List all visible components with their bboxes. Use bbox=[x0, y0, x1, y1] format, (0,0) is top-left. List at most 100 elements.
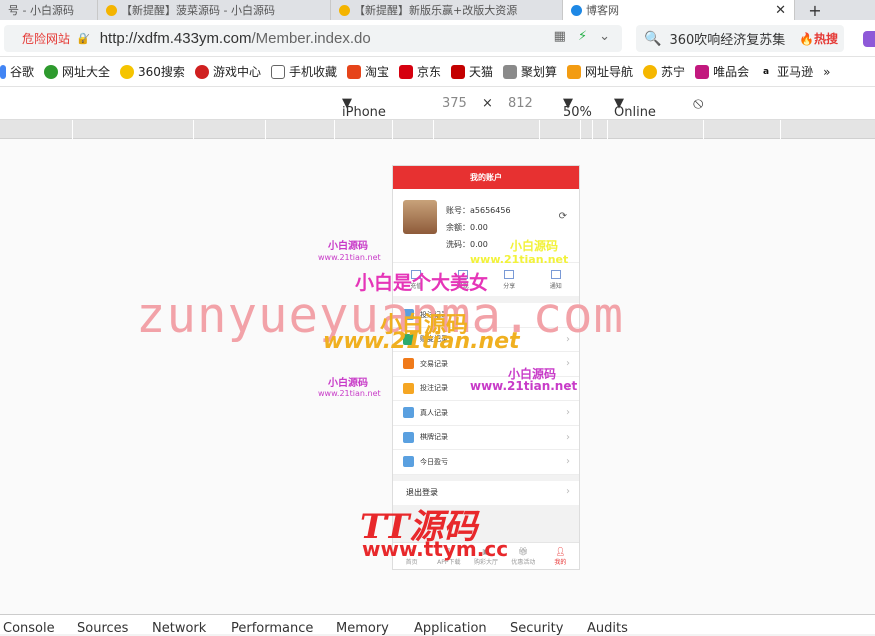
chevron-down-icon[interactable]: ⌄ bbox=[599, 29, 610, 44]
quick-notice[interactable]: 通知 bbox=[533, 263, 580, 296]
menu-item[interactable]: 今日盈亏 › bbox=[393, 450, 579, 475]
browser-tab-bar: 号 - 小白源码 【新提醒】菠菜源码 - 小白源码 【新提醒】新版乐赢+改版大资… bbox=[0, 0, 875, 20]
grid-icon[interactable]: ▦ bbox=[554, 29, 566, 44]
menu-item[interactable]: 账变记录 › bbox=[393, 328, 579, 352]
tab-1[interactable]: 号 - 小白源码 bbox=[0, 0, 98, 20]
record-icon bbox=[403, 309, 414, 321]
bookmark-label: 游戏中心 bbox=[212, 65, 261, 79]
account-label: 账号：a5656456 bbox=[446, 206, 511, 215]
hot-search-label[interactable]: 🔥热搜 bbox=[799, 30, 838, 47]
bookmark-item[interactable]: 淘宝 bbox=[346, 63, 389, 80]
new-tab-icon[interactable]: + bbox=[795, 0, 835, 20]
bookmark-label: 苏宁 bbox=[661, 65, 686, 79]
chart-icon bbox=[403, 456, 414, 468]
bolt-icon[interactable]: ⚡ bbox=[578, 29, 587, 44]
vip-icon bbox=[695, 64, 710, 79]
device-width-input[interactable]: 375 bbox=[442, 96, 467, 111]
device-height-input[interactable]: 812 bbox=[508, 96, 533, 111]
bookmark-label: 淘宝 bbox=[364, 65, 389, 79]
quick-withdraw[interactable]: 提现 bbox=[440, 263, 487, 296]
watermark-xb-small-url: www.21tian.net bbox=[318, 253, 381, 262]
nav-home[interactable]: ⌂ 首页 bbox=[393, 543, 430, 569]
bookmark-item[interactable]: 360搜索 bbox=[120, 63, 185, 80]
bookmark-label: 网址大全 bbox=[62, 65, 111, 79]
url-host: http://xdfm.433ym.com bbox=[99, 30, 252, 47]
extension-icon[interactable] bbox=[863, 31, 875, 47]
balance-label: 余额：0.00 bbox=[446, 223, 488, 232]
devtools-tab-bar: Console Sources Network Performance Memo… bbox=[0, 614, 875, 636]
page-title: 我的账户 bbox=[393, 166, 579, 189]
bookmark-item[interactable]: 游戏中心 bbox=[194, 63, 261, 80]
nav-app[interactable]: ⇩ APP下载 bbox=[430, 543, 467, 569]
logout-button[interactable]: 退出登录 › bbox=[393, 480, 579, 505]
tab-4-active[interactable]: 博客网 ✕ bbox=[563, 0, 795, 20]
search-box[interactable]: 🔍 360吹响经济复苏集 🔥热搜 bbox=[636, 25, 844, 52]
tab-3[interactable]: 【新提醒】新版乐赢+改版大资源 bbox=[331, 0, 563, 20]
tab-2[interactable]: 【新提醒】菠菜源码 - 小白源码 bbox=[98, 0, 331, 20]
menu-item[interactable]: 投注记录 › bbox=[393, 377, 579, 401]
bookmark-item[interactable]: 苏宁 bbox=[643, 63, 685, 80]
chevron-right-icon: › bbox=[566, 456, 570, 467]
menu-item[interactable]: 真人记录 › bbox=[393, 401, 579, 426]
tab-1-label: 号 - 小白源码 bbox=[8, 4, 74, 17]
url-box[interactable]: 危险网站 🔒̸ http://xdfm.433ym.com/Member.ind… bbox=[4, 25, 622, 52]
mobile-page: 我的账户 账号：a5656456 余额：0.00 洗码：0.00 ⟳ 充值 提现… bbox=[392, 165, 580, 570]
tab-favicon-icon bbox=[571, 4, 582, 16]
chevron-right-icon: › bbox=[566, 431, 570, 443]
device-select[interactable]: iPhone X ▼ bbox=[342, 96, 386, 135]
menu-item[interactable]: 投注记录 › bbox=[393, 303, 579, 328]
gift-icon: 🎁︎ bbox=[518, 546, 529, 556]
quick-label: 充值 bbox=[410, 282, 423, 290]
search-text: 360吹响经济复苏集 bbox=[669, 33, 786, 48]
bookmark-item[interactable]: 手机收藏 bbox=[270, 63, 337, 80]
nav-mine[interactable]: 👤︎ 我的 bbox=[542, 543, 579, 569]
nav-promo[interactable]: 🎁︎ 优惠活动 bbox=[505, 543, 542, 569]
user-card: 账号：a5656456 余额：0.00 洗码：0.00 ⟳ bbox=[393, 189, 579, 262]
menu-item[interactable]: 交易记录 › bbox=[393, 352, 579, 377]
chevron-right-icon: › bbox=[566, 309, 570, 320]
media-query-ruler bbox=[0, 120, 875, 139]
tmall-icon bbox=[451, 64, 465, 79]
share-icon bbox=[504, 269, 515, 279]
search-icon: 🔍 bbox=[644, 30, 662, 47]
bookmark-item[interactable]: 网址大全 bbox=[44, 63, 110, 80]
avatar bbox=[403, 200, 437, 234]
refresh-icon[interactable]: ⟳ bbox=[559, 211, 567, 222]
quick-deposit[interactable]: 充值 bbox=[393, 263, 440, 296]
menu-item[interactable]: 棋牌记录 › bbox=[393, 426, 579, 450]
url-path: /Member.index.do bbox=[251, 30, 371, 47]
device-viewport: 我的账户 账号：a5656456 余额：0.00 洗码：0.00 ⟳ 充值 提现… bbox=[0, 139, 875, 614]
folder-icon bbox=[270, 64, 285, 79]
bookmark-label: 天猫 bbox=[469, 65, 494, 79]
amazon-icon: a bbox=[759, 64, 774, 79]
close-icon[interactable]: ✕ bbox=[767, 3, 786, 18]
jd-icon bbox=[398, 64, 413, 79]
chevron-right-icon: » bbox=[823, 64, 831, 79]
bookmark-item[interactable]: 聚划算 bbox=[503, 63, 557, 80]
nav-label: 首页 bbox=[405, 558, 418, 566]
bookmark-item[interactable]: 唯品会 bbox=[695, 63, 749, 80]
menu-label: 投注记录 bbox=[420, 310, 448, 319]
record-icon bbox=[403, 333, 414, 345]
user-icon: 👤︎ bbox=[555, 546, 566, 556]
tab-favicon-icon bbox=[339, 4, 350, 16]
bookmark-overflow[interactable]: » bbox=[823, 65, 830, 79]
bookmark-item[interactable]: a 亚马逊 bbox=[759, 63, 813, 80]
bookmark-item[interactable]: 天猫 bbox=[451, 63, 493, 80]
bookmark-label: 亚马逊 bbox=[777, 65, 814, 79]
url-text[interactable]: http://xdfm.433ym.com/Member.index.do bbox=[100, 30, 371, 47]
nav7654-icon bbox=[567, 64, 582, 79]
quick-share[interactable]: 分享 bbox=[486, 263, 533, 296]
bookmark-item[interactable]: 谷歌 bbox=[0, 63, 34, 80]
notice-icon bbox=[550, 269, 561, 279]
bookmark-item[interactable]: 网址导航 bbox=[567, 63, 633, 80]
address-bar: 危险网站 🔒̸ http://xdfm.433ym.com/Member.ind… bbox=[0, 20, 875, 57]
nav-lobby[interactable]: ▣ 购彩大厅 bbox=[467, 543, 504, 569]
network-select[interactable]: Online ▼ bbox=[614, 96, 656, 120]
zoom-select[interactable]: 50% ▼ bbox=[563, 96, 592, 120]
rotate-icon[interactable]: ⦸ bbox=[693, 93, 703, 113]
chevron-right-icon: › bbox=[566, 382, 570, 394]
menu-label: 交易记录 bbox=[420, 359, 448, 368]
bookmark-item[interactable]: 京东 bbox=[398, 63, 441, 80]
danger-site-badge[interactable]: 危险网站 bbox=[22, 30, 70, 47]
